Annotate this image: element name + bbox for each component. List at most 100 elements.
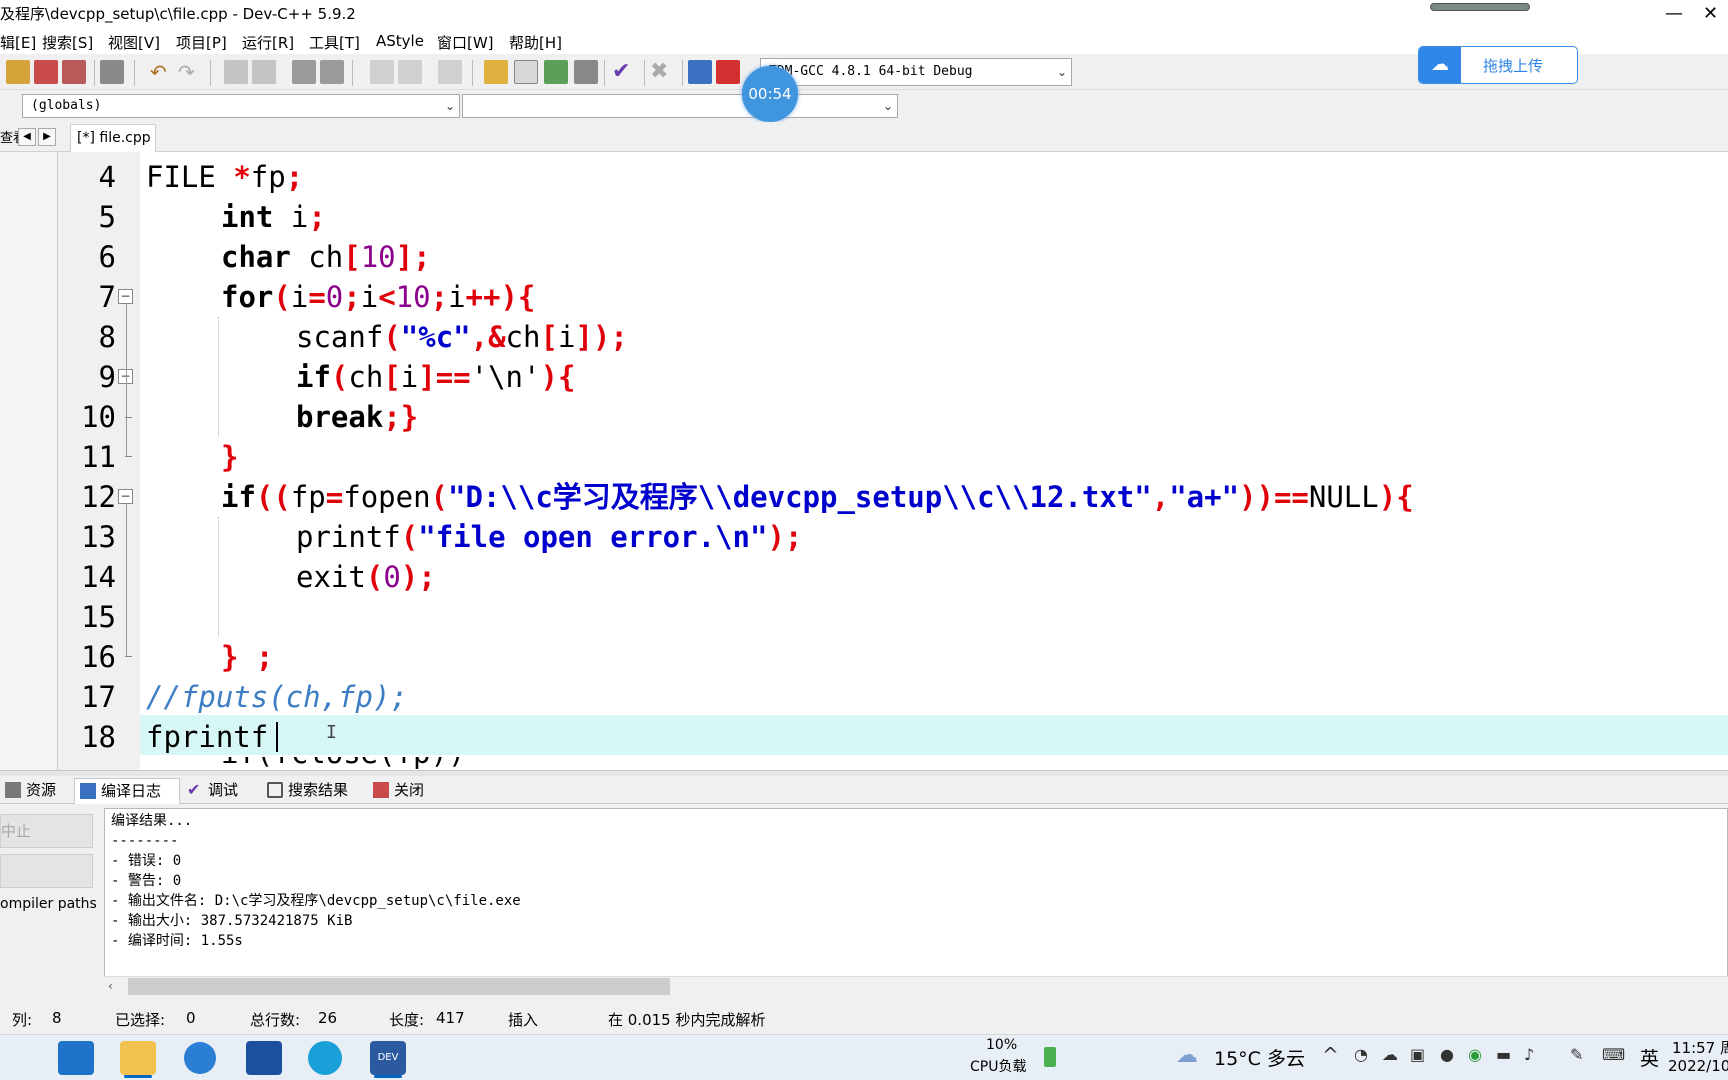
resources-icon	[5, 782, 21, 798]
tab-compile-log[interactable]: 编译日志	[74, 778, 180, 804]
chart-icon[interactable]	[688, 60, 712, 84]
compiler-paths-label[interactable]: ompiler paths	[0, 896, 97, 912]
replace-icon[interactable]	[252, 60, 276, 84]
file-explorer-icon[interactable]	[120, 1041, 156, 1075]
line-number: 13	[81, 520, 116, 554]
cloud-icon[interactable]: ☁	[1382, 1045, 1398, 1064]
grid-icon[interactable]	[484, 60, 508, 84]
code-line: } ;	[221, 640, 274, 674]
log-line: - 警告: 0	[111, 873, 182, 889]
find-icon[interactable]	[224, 60, 248, 84]
menu-window[interactable]: 窗口[W]	[437, 32, 494, 53]
secondary-button[interactable]	[0, 854, 93, 888]
abort-button[interactable]: 中止	[0, 814, 93, 848]
ime-indicator[interactable]: 英	[1640, 1044, 1659, 1071]
weather-icon[interactable]: ☁	[1176, 1043, 1198, 1068]
weather-text[interactable]: 15°C 多云	[1214, 1044, 1305, 1071]
fold-toggle-icon[interactable]: −	[118, 289, 133, 304]
menu-tools[interactable]: 工具[T]	[309, 32, 360, 53]
keyboard-icon[interactable]: ⌨	[1602, 1045, 1625, 1064]
palette-icon[interactable]	[544, 60, 568, 84]
tab-row: 查看 ◀ ▶	[0, 122, 1728, 152]
status-sel-value: 0	[186, 1009, 196, 1027]
scrollbar-thumb[interactable]	[128, 978, 670, 995]
print-icon[interactable]	[100, 60, 124, 84]
security-icon[interactable]: ◉	[1468, 1045, 1482, 1064]
clock-time[interactable]: 11:57 周	[1672, 1037, 1728, 1058]
check-syntax-icon[interactable]: ✔	[612, 60, 636, 84]
menu-astyle[interactable]: AStyle	[376, 32, 424, 50]
chevron-up-icon[interactable]: ^	[1322, 1043, 1339, 1067]
save-all-icon[interactable]	[6, 60, 30, 84]
code-line: if(ch[i]=='\n'){	[296, 360, 576, 394]
log-line: - 输出文件名: D:\c学习及程序\devcpp_setup\c\file.e…	[111, 893, 521, 909]
close-all-icon[interactable]	[62, 60, 86, 84]
menu-run[interactable]: 运行[R]	[242, 32, 294, 53]
forward-icon[interactable]	[398, 60, 422, 84]
menu-help[interactable]: 帮助[H]	[509, 32, 562, 53]
line-number: 15	[81, 600, 116, 634]
pen-icon[interactable]: ✎	[1570, 1045, 1583, 1064]
status-sel-label: 已选择:	[115, 1011, 166, 1029]
wifi-icon[interactable]: ◔	[1354, 1045, 1368, 1064]
network-icon[interactable]: ▬	[1496, 1045, 1511, 1064]
tab-file-cpp[interactable]: [*] file.cpp	[70, 124, 156, 152]
compile-controls: 中止 ompiler paths	[0, 804, 104, 998]
tab-search-results[interactable]: 搜索结果	[262, 778, 362, 804]
minimize-button[interactable]: —	[1665, 0, 1683, 28]
edge-icon[interactable]	[308, 1041, 342, 1075]
tab-close[interactable]: 关闭	[368, 778, 436, 804]
compiler-select-value: TDM-GCC 4.8.1 64-bit Debug	[769, 64, 973, 79]
tab-next-button[interactable]: ▶	[38, 128, 56, 146]
tab-prev-button[interactable]: ◀	[18, 128, 36, 146]
mail-icon[interactable]	[58, 1041, 94, 1075]
whiteboard-icon[interactable]	[246, 1041, 282, 1075]
compiler-select[interactable]: TDM-GCC 4.8.1 64-bit Debug ⌄	[760, 58, 1072, 86]
menu-view[interactable]: 视图[V]	[108, 32, 160, 53]
tiles-icon[interactable]	[574, 60, 598, 84]
delete-profile-icon[interactable]	[716, 60, 740, 84]
status-mode: 插入	[508, 1011, 539, 1029]
compile-log[interactable]: 编译结果... -------- - 错误: 0 - 警告: 0 - 输出文件名…	[104, 808, 1728, 998]
class-toolbar: (globals) ⌄ ⌄	[0, 90, 1728, 122]
menu-search[interactable]: 搜索[S]	[42, 32, 93, 53]
unindent-icon[interactable]	[320, 60, 344, 84]
scroll-left-icon[interactable]: ‹	[108, 979, 113, 993]
close-window-button[interactable]: ✕	[1703, 0, 1718, 28]
back-icon[interactable]	[370, 60, 394, 84]
window-icon[interactable]	[514, 60, 538, 84]
status-col-label: 列:	[12, 1011, 33, 1029]
status-lines-label: 总行数:	[250, 1011, 301, 1029]
clock-date[interactable]: 2022/10	[1668, 1057, 1728, 1075]
chevron-down-icon: ⌄	[882, 99, 893, 113]
redo-icon[interactable]: ↷	[178, 60, 202, 84]
log-line: --------	[111, 833, 179, 849]
scope-select[interactable]: (globals) ⌄	[22, 94, 460, 118]
app-icon[interactable]	[184, 1042, 216, 1074]
toggle-bookmark-icon[interactable]	[438, 60, 462, 84]
close-file-icon[interactable]	[34, 60, 58, 84]
text-caret	[276, 722, 278, 752]
search-icon	[267, 782, 283, 798]
fold-toggle-icon[interactable]: −	[118, 489, 133, 504]
recording-timer[interactable]: 00:54	[742, 66, 798, 122]
display-icon[interactable]: ▣	[1410, 1045, 1425, 1064]
microphone-icon[interactable]: ●	[1440, 1045, 1454, 1064]
status-len-value: 417	[436, 1009, 465, 1027]
symbol-select[interactable]: ⌄	[462, 94, 898, 118]
project-panel[interactable]	[0, 152, 58, 770]
indent-icon[interactable]	[292, 60, 316, 84]
battery-icon[interactable]	[1044, 1047, 1056, 1067]
stop-icon[interactable]: ✖	[650, 60, 674, 84]
tab-resources[interactable]: 资源	[0, 778, 72, 804]
volume-icon[interactable]: ♪	[1524, 1045, 1534, 1064]
undo-icon[interactable]: ↶	[150, 60, 174, 84]
tab-debug[interactable]: ✔ 调试	[182, 778, 250, 804]
scope-select-value: (globals)	[31, 98, 102, 113]
upload-widget[interactable]: ☁ 拖拽上传	[1418, 46, 1578, 84]
status-col-value: 8	[52, 1009, 62, 1027]
menu-project[interactable]: 项目[P]	[176, 32, 227, 53]
status-len-label: 长度:	[389, 1011, 425, 1029]
menu-edit[interactable]: 辑[E]	[0, 32, 36, 53]
devcpp-icon[interactable]: DEV	[370, 1041, 406, 1075]
